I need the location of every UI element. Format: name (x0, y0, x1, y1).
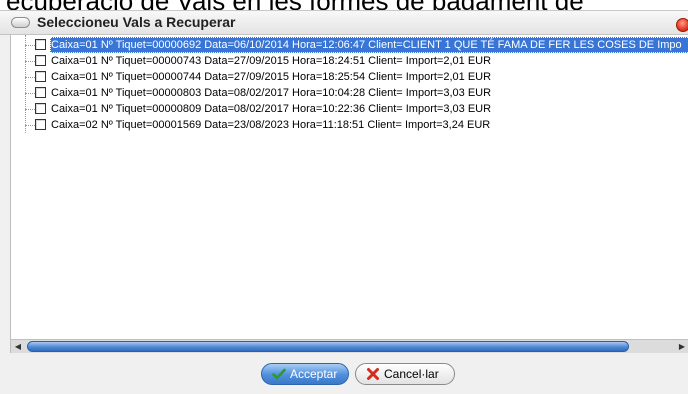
button-bar: Acceptar Cancel·lar (0, 353, 688, 394)
x-icon (367, 368, 379, 380)
tree-branch (25, 109, 35, 110)
accept-button-label: Acceptar (290, 367, 338, 381)
page: ecuperació de Vals en les formes de paga… (0, 0, 688, 394)
voucher-row[interactable]: Caixa=02 Nº Tiquet=00001569 Data=23/08/2… (25, 117, 688, 133)
select-vouchers-dialog: Seleccioneu Vals a Recuperar Caixa=01 Nº… (0, 10, 688, 394)
close-icon[interactable] (676, 18, 688, 32)
voucher-label[interactable]: Caixa=01 Nº Tiquet=00000809 Data=08/02/2… (50, 101, 492, 117)
scrollbar-thumb[interactable] (27, 341, 629, 352)
voucher-label[interactable]: Caixa=01 Nº Tiquet=00000692 Data=06/10/2… (50, 37, 688, 53)
voucher-label[interactable]: Caixa=01 Nº Tiquet=00000743 Data=27/09/2… (50, 53, 492, 69)
voucher-checkbox[interactable] (35, 103, 46, 114)
dialog-titlebar[interactable]: Seleccioneu Vals a Recuperar (0, 11, 688, 35)
tree-branch (25, 125, 35, 126)
voucher-label[interactable]: Caixa=01 Nº Tiquet=00000744 Data=27/09/2… (50, 69, 492, 85)
scroll-right-arrow-icon[interactable]: ▶ (675, 340, 688, 353)
check-icon (272, 368, 286, 380)
voucher-row[interactable]: Caixa=01 Nº Tiquet=00000803 Data=08/02/2… (25, 85, 688, 101)
tree-branch (25, 45, 35, 46)
voucher-label[interactable]: Caixa=02 Nº Tiquet=00001569 Data=23/08/2… (50, 117, 491, 133)
scroll-left-arrow-icon[interactable]: ◀ (11, 340, 25, 353)
voucher-row[interactable]: Caixa=01 Nº Tiquet=00000744 Data=27/09/2… (25, 69, 688, 85)
cancel-button[interactable]: Cancel·lar (355, 363, 455, 385)
tree-branch (25, 61, 35, 62)
voucher-checkbox[interactable] (35, 71, 46, 82)
tree-branch (25, 77, 35, 78)
cancel-button-label: Cancel·lar (384, 367, 439, 381)
voucher-label[interactable]: Caixa=01 Nº Tiquet=00000803 Data=08/02/2… (50, 85, 492, 101)
voucher-tree[interactable]: Caixa=01 Nº Tiquet=00000692 Data=06/10/2… (10, 35, 688, 339)
voucher-checkbox[interactable] (35, 55, 46, 66)
voucher-row[interactable]: Caixa=01 Nº Tiquet=00000809 Data=08/02/2… (25, 101, 688, 117)
horizontal-scrollbar[interactable]: ◀ ▶ (10, 339, 688, 353)
tree-branch (25, 93, 35, 94)
voucher-checkbox[interactable] (35, 39, 46, 50)
voucher-row[interactable]: Caixa=01 Nº Tiquet=00000743 Data=27/09/2… (25, 53, 688, 69)
window-pill-icon[interactable] (11, 17, 30, 28)
voucher-row[interactable]: Caixa=01 Nº Tiquet=00000692 Data=06/10/2… (25, 37, 688, 53)
accept-button[interactable]: Acceptar (261, 363, 349, 385)
voucher-checkbox[interactable] (35, 119, 46, 130)
dialog-title: Seleccioneu Vals a Recuperar (37, 14, 236, 30)
voucher-checkbox[interactable] (35, 87, 46, 98)
